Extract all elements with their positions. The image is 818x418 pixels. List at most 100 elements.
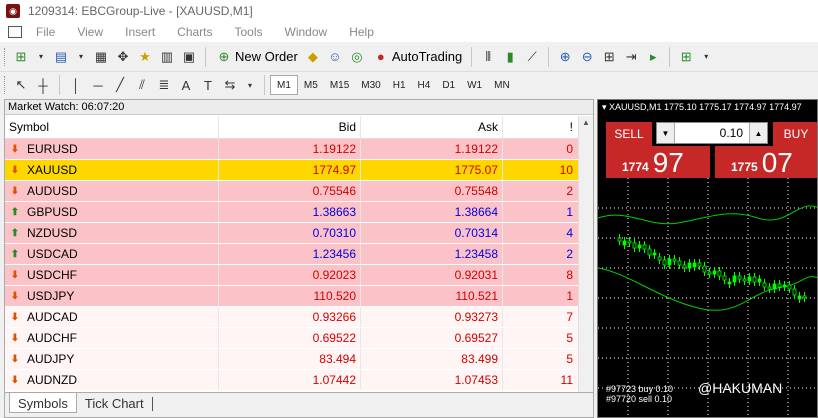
arrows-icon[interactable]: ⇆ xyxy=(219,74,241,96)
new-order-button[interactable]: ⊕ New Order xyxy=(211,46,302,68)
table-row[interactable]: ⬇ XAUUSD 1774.97 1775.07 10 xyxy=(5,160,579,181)
timeframe-m1[interactable]: M1 xyxy=(270,75,298,95)
symbol-cell[interactable]: ⬇ EURUSD xyxy=(5,139,219,159)
symbol-cell[interactable]: ⬇ AUDUSD xyxy=(5,181,219,201)
candlestick-icon[interactable]: ▮ xyxy=(499,46,521,68)
menu-help[interactable]: Help xyxy=(349,25,374,39)
text-label-icon[interactable]: T xyxy=(197,74,219,96)
tab-tick-chart[interactable]: Tick Chart xyxy=(77,393,152,413)
timeframe-m15[interactable]: M15 xyxy=(324,75,355,95)
fibonacci-icon[interactable]: ≣ xyxy=(153,74,175,96)
timeframe-m30[interactable]: M30 xyxy=(355,75,386,95)
navigator-icon[interactable]: ★ xyxy=(134,46,156,68)
title-bar: ◉ 1209314: EBCGroup-Live - [XAUUSD,M1] xyxy=(0,0,818,22)
dropdown-icon[interactable]: ▾ xyxy=(697,46,715,68)
text-icon[interactable]: A xyxy=(175,74,197,96)
menu-file[interactable]: File xyxy=(36,25,55,39)
cursor-icon[interactable]: ↖ xyxy=(10,74,32,96)
column-header-symbol[interactable]: Symbol xyxy=(5,116,219,138)
toolbar-grip[interactable] xyxy=(4,76,6,94)
order-line-buy[interactable]: #97723 buy 0.10 xyxy=(606,384,673,394)
symbol-name: AUDCAD xyxy=(27,310,78,324)
table-row[interactable]: ⬆ USDCAD 1.23456 1.23458 2 xyxy=(5,244,579,265)
column-header-spread[interactable]: ! xyxy=(503,116,579,138)
menu-window[interactable]: Window xyxy=(285,25,328,39)
zoom-out-icon[interactable]: ⊖ xyxy=(576,46,598,68)
menu-tools[interactable]: Tools xyxy=(235,25,263,39)
lot-increase-icon[interactable]: ▲ xyxy=(749,123,767,143)
table-row[interactable]: ⬇ EURUSD 1.19122 1.19122 0 xyxy=(5,139,579,160)
symbol-cell[interactable]: ⬇ USDCHF xyxy=(5,265,219,285)
symbol-cell[interactable]: ⬆ NZDUSD xyxy=(5,223,219,243)
chart-shift-icon[interactable]: ⇥ xyxy=(620,46,642,68)
candle-body xyxy=(667,258,672,266)
symbol-cell[interactable]: ⬇ USDJPY xyxy=(5,286,219,306)
line-chart-icon[interactable]: ⟋ xyxy=(521,46,543,68)
vertical-scrollbar[interactable]: ▲ xyxy=(578,116,593,393)
channel-icon[interactable]: ⫽ xyxy=(131,74,153,96)
autotrading-button[interactable]: ● AutoTrading xyxy=(368,46,466,68)
table-row[interactable]: ⬇ USDCHF 0.92023 0.92031 8 xyxy=(5,265,579,286)
lot-size-stepper[interactable]: ▼ 0.10 ▲ xyxy=(656,122,768,144)
menu-insert[interactable]: Insert xyxy=(125,25,155,39)
sell-price[interactable]: 1774 97 xyxy=(606,146,710,178)
menu-charts[interactable]: Charts xyxy=(177,25,212,39)
dropdown-icon[interactable]: ▾ xyxy=(72,46,90,68)
dropdown-icon[interactable]: ▾ xyxy=(32,46,50,68)
column-header-ask[interactable]: Ask xyxy=(361,116,503,138)
crosshair-icon[interactable]: ┼ xyxy=(32,74,54,96)
sell-button[interactable]: SELL xyxy=(606,122,652,146)
profiles-icon[interactable]: ▤ xyxy=(50,46,72,68)
horizontal-line-icon[interactable]: ─ xyxy=(87,74,109,96)
table-row[interactable]: ⬇ AUDUSD 0.75546 0.75548 2 xyxy=(5,181,579,202)
timeframe-w1[interactable]: W1 xyxy=(461,75,488,95)
symbol-cell[interactable]: ⬇ XAUUSD xyxy=(5,160,219,180)
symbol-cell[interactable]: ⬇ AUDCAD xyxy=(5,307,219,327)
symbol-cell[interactable]: ⬆ USDCAD xyxy=(5,244,219,264)
community-icon[interactable]: ☺ xyxy=(324,46,346,68)
order-line-sell[interactable]: #97720 sell 0.10 xyxy=(606,394,673,404)
indicators-icon[interactable]: ⊞ xyxy=(675,46,697,68)
tab-symbols[interactable]: Symbols xyxy=(9,393,77,413)
menu-view[interactable]: View xyxy=(77,25,103,39)
table-row[interactable]: ⬆ GBPUSD 1.38663 1.38664 1 xyxy=(5,202,579,223)
timeframe-m5[interactable]: M5 xyxy=(298,75,324,95)
table-row[interactable]: ⬇ AUDNZD 1.07442 1.07453 11 xyxy=(5,370,579,391)
timeframe-d1[interactable]: D1 xyxy=(436,75,461,95)
table-row[interactable]: ⬇ AUDJPY 83.494 83.499 5 xyxy=(5,349,579,370)
toolbar-grip[interactable] xyxy=(4,47,6,66)
market-watch-icon[interactable]: ▦ xyxy=(90,46,112,68)
zoom-in-icon[interactable]: ⊕ xyxy=(554,46,576,68)
column-header-bid[interactable]: Bid xyxy=(219,116,361,138)
timeframe-h1[interactable]: H1 xyxy=(387,75,412,95)
bar-chart-icon[interactable]: ⫴ xyxy=(477,46,499,68)
terminal-icon[interactable]: ▥ xyxy=(156,46,178,68)
symbol-cell[interactable]: ⬇ AUDCHF xyxy=(5,328,219,348)
strategy-tester-icon[interactable]: ▣ xyxy=(178,46,200,68)
trendline-icon[interactable]: ╱ xyxy=(109,74,131,96)
buy-price[interactable]: 1775 07 xyxy=(715,146,817,178)
tile-windows-icon[interactable]: ⊞ xyxy=(598,46,620,68)
symbol-cell[interactable]: ⬇ AUDJPY xyxy=(5,349,219,369)
vertical-line-icon[interactable]: │ xyxy=(65,74,87,96)
table-row[interactable]: ⬇ USDJPY 110.520 110.521 1 xyxy=(5,286,579,307)
buy-button[interactable]: BUY xyxy=(773,122,817,146)
menu-bar: File View Insert Charts Tools Window Hel… xyxy=(0,22,818,42)
new-chart-icon[interactable]: ⊞ xyxy=(10,46,32,68)
table-row[interactable]: ⬇ AUDCHF 0.69522 0.69527 5 xyxy=(5,328,579,349)
autoscroll-icon[interactable]: ▸ xyxy=(642,46,664,68)
data-window-icon[interactable]: ✥ xyxy=(112,46,134,68)
table-row[interactable]: ⬆ NZDUSD 0.70310 0.70314 4 xyxy=(5,223,579,244)
table-row[interactable]: ⬇ AUDCAD 0.93266 0.93273 7 xyxy=(5,307,579,328)
scroll-up-icon[interactable]: ▲ xyxy=(579,116,593,130)
symbol-cell[interactable]: ⬆ GBPUSD xyxy=(5,202,219,222)
timeframe-mn[interactable]: MN xyxy=(488,75,516,95)
symbol-cell[interactable]: ⬇ AUDNZD xyxy=(5,370,219,390)
metaeditor-icon[interactable]: ◆ xyxy=(302,46,324,68)
timeframe-h4[interactable]: H4 xyxy=(412,75,437,95)
lot-size-value[interactable]: 0.10 xyxy=(675,126,749,140)
signals-icon[interactable]: ◎ xyxy=(346,46,368,68)
dropdown-icon[interactable]: ▾ xyxy=(241,74,259,96)
chart-window[interactable]: ▾ XAUUSD,M1 1775.10 1775.17 1774.97 1774… xyxy=(597,99,818,418)
lot-decrease-icon[interactable]: ▼ xyxy=(657,123,675,143)
